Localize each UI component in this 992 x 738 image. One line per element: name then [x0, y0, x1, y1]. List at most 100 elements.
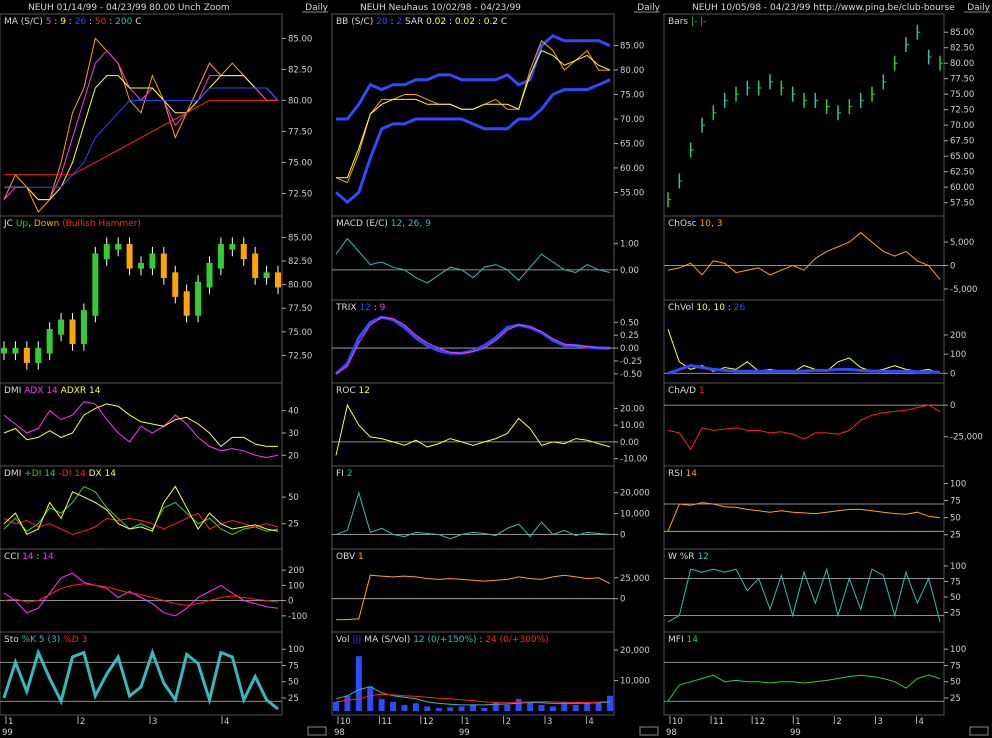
candle-body [263, 272, 270, 279]
legend-entry: 10, 10 [696, 303, 725, 313]
candle-body [80, 310, 87, 345]
legend-entry: ADXR 14 [61, 386, 101, 396]
scroll-control[interactable] [969, 726, 989, 736]
candle-body [46, 328, 53, 354]
series-line [335, 39, 610, 184]
y-tick-label: -25,000 [950, 433, 983, 443]
legend-entry: : [51, 17, 60, 27]
volume-bar [584, 703, 591, 711]
x-tick-label: 12 [754, 717, 765, 727]
y-tick-label: 62.50 [950, 168, 974, 178]
panel-legend: W %R 12 [668, 552, 709, 562]
panel-frame [663, 465, 945, 550]
panel-cci[interactable]: CCI 14 : 14 200 100 0 -100 [0, 548, 307, 633]
y-tick-label: 60.00 [620, 164, 644, 174]
panel-frame [663, 631, 945, 716]
series-line [335, 693, 611, 704]
panel-legend: CCI 14 : 14 [4, 552, 54, 562]
legend-entry: -DI 14 [59, 469, 86, 479]
volume-bar [367, 686, 374, 711]
legend-entry: : [446, 17, 455, 27]
panel-mfi[interactable]: MFI 14 100 75 50 25 [663, 631, 966, 716]
panel-rsi[interactable]: RSI 14 100 75 50 25 [663, 465, 966, 550]
scroll-control[interactable] [639, 726, 659, 736]
legend-entry: : [371, 303, 380, 313]
series-line [667, 232, 941, 280]
panel-trix[interactable]: TRIX 12 : 9 0.50 0.25 0.00 -0.25 -0.50 [331, 299, 642, 384]
panel-chvol[interactable]: ChVol 10, 10 : 26 200 100 0 [663, 299, 966, 384]
y-tick-label: 50 [950, 678, 961, 688]
candle-body [58, 319, 65, 335]
legend-entry: 10, 3 [700, 219, 723, 229]
x-year-label: 98 [666, 728, 677, 738]
volume-bar [515, 698, 522, 711]
legend-entry: 200 [115, 17, 132, 27]
series-line [334, 315, 610, 375]
legend-entry: Bars [668, 17, 691, 27]
panel-legend: Vol ||| MA (S/Vol) 12 (0/+150%) : 24 (0/… [336, 635, 549, 645]
panel-jc[interactable]: JC Up, Down (Bullish Hammer) 85.00 82.50 80… [0, 215, 312, 384]
series-line [335, 78, 611, 205]
legend-entry: DMI [4, 469, 24, 479]
x-tick-label: 3 [877, 717, 882, 727]
x-tick-label: 2 [506, 717, 511, 727]
legend-entry: OBV [336, 552, 358, 562]
panel-ma[interactable]: MA (S/C) 5 : 9 : 26 : 50 : 200 C 85.00 82… [0, 13, 312, 217]
panel-sto[interactable]: Sto %K 5 (3) %D 3 100 75 50 25 [0, 631, 304, 716]
y-tick-label: 20,000 [620, 646, 650, 656]
y-tick-label: 0 [288, 597, 293, 607]
legend-entry: Down [34, 219, 60, 229]
panel-legend: MA (S/C) 5 : 9 : 26 : 50 : 200 C [4, 17, 141, 27]
panel-obv[interactable]: OBV 1 25,000 0 [331, 548, 650, 633]
panel-dmi1[interactable]: DMI ADX 14 ADXR 14 40 30 20 [0, 382, 299, 467]
volume-bar [481, 707, 488, 711]
x-tick-label: 1 [795, 717, 800, 727]
panel-wr[interactable]: W %R 12 100 75 50 25 [663, 548, 966, 633]
legend-entry: MFI [668, 635, 686, 645]
y-tick-label: 100 [950, 562, 966, 572]
y-tick-label: 50 [950, 593, 961, 603]
candle-body [275, 272, 281, 288]
legend-entry: : [388, 17, 397, 27]
scroll-control[interactable] [307, 726, 327, 736]
panel-legend: ChVol 10, 10 : 26 [668, 303, 745, 313]
x-tick-label: 1 [464, 717, 469, 727]
legend-entry: W %R [668, 552, 697, 562]
y-tick-label: 50 [950, 514, 961, 524]
legend-entry: 26 [75, 17, 87, 27]
panel-vol[interactable]: Vol ||| MA (S/Vol) 12 (0/+150%) : 24 (0/… [331, 631, 650, 716]
y-tick-label: 70.00 [950, 121, 974, 131]
panel-chad[interactable]: ChA/D 1 0 -25,000 [663, 382, 983, 467]
y-tick-label: 75.00 [288, 158, 312, 168]
legend-entry: +DI 14 [24, 469, 56, 479]
legend-entry: ChVol [668, 303, 696, 313]
candle-body [183, 291, 190, 316]
y-tick-label: 0 [950, 401, 955, 411]
y-tick-label: 25 [288, 520, 299, 530]
volume-bar [412, 703, 419, 711]
y-tick-label: 82.50 [288, 257, 312, 267]
x-tick-label: 10 [340, 717, 351, 727]
series-line [667, 329, 941, 374]
y-tick-label: 85.00 [288, 34, 312, 44]
chart-canvas: NEUH 01/14/99 - 04/23/99 80.00 Unch Zoom… [0, 3, 991, 738]
y-tick-label: 100 [288, 581, 304, 591]
legend-entry: FI [336, 469, 347, 479]
y-tick-label: 77.50 [950, 75, 974, 85]
panel-macd[interactable]: MACD (E/C) 12, 26, 9 1.00 0.00 [331, 215, 639, 301]
panel-bars[interactable]: Bars |- |- 85.00 82.50 80.00 77.50 75.00 72.50… [663, 13, 974, 217]
panel-roc[interactable]: ROC 12 20.00 10.00 0.00 -10.00 [331, 382, 647, 467]
y-tick-label: -10.00 [620, 455, 647, 465]
candle-body [240, 244, 247, 260]
volume-bar [607, 695, 613, 711]
y-tick-label: 200 [288, 566, 304, 576]
series-line [667, 404, 941, 451]
panel-legend: DMI +DI 14 -DI 14 DX 14 [4, 469, 116, 479]
panel-fi[interactable]: FI 2 20,000 10,000 0 [331, 465, 650, 550]
panel-dmi2[interactable]: DMI +DI 14 -DI 14 DX 14 50 25 [0, 465, 299, 550]
panel-bb[interactable]: BB (S/C) 20 : 2 SAR 0.02 : 0.02 : 0.2 C … [331, 13, 644, 217]
legend-entry: |- [700, 17, 706, 27]
x-tick-label: 1 [8, 717, 13, 727]
y-tick-label: 57.50 [950, 199, 974, 209]
panel-chosc[interactable]: ChOsc 10, 3 5,000 0 -5,000 [663, 215, 977, 301]
